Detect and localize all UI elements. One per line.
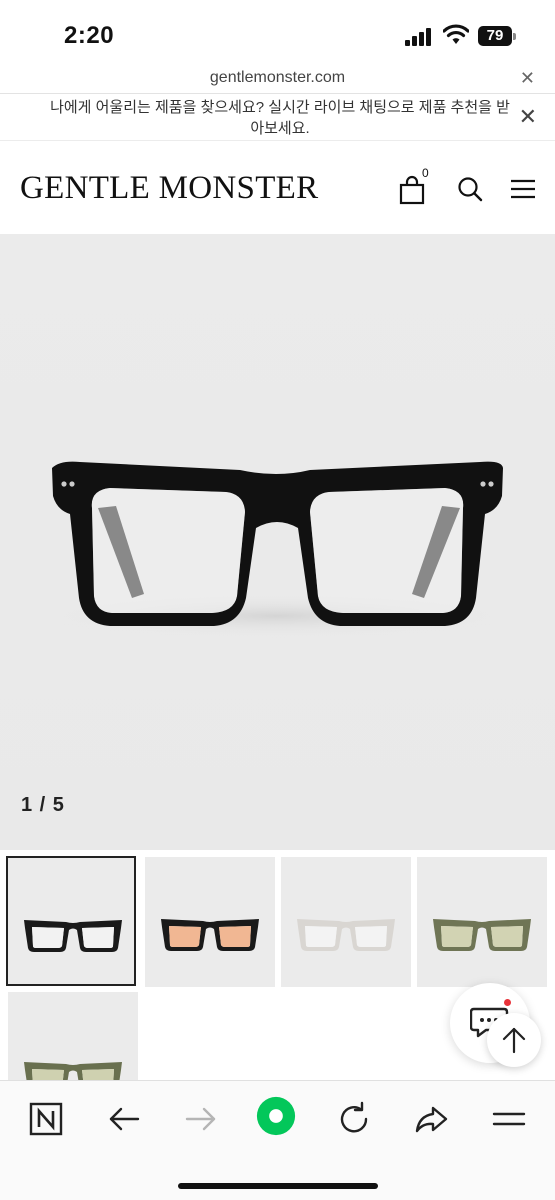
arrow-right-icon: [185, 1107, 216, 1131]
browser-url-bar[interactable]: gentlemonster.com ✕: [0, 66, 555, 94]
chat-promo-banner[interactable]: 나에게 어울리는 제품을 찾으세요? 실시간 라이브 채팅으로 제품 추천을 받…: [0, 95, 555, 141]
menu-lines-icon: [492, 1112, 526, 1126]
product-image-carousel[interactable]: 1 / 5: [0, 234, 555, 850]
thumbnail-item[interactable]: [281, 857, 411, 987]
eyeglasses-thumbnail-image: [161, 919, 259, 951]
forward-button[interactable]: [181, 1099, 221, 1139]
eyeglasses-thumbnail-image: [433, 919, 531, 951]
slide-counter: 1 / 5: [21, 794, 65, 816]
arrow-up-icon: [502, 1027, 526, 1054]
thumbnail-item[interactable]: [8, 992, 138, 1085]
thumbnail-item[interactable]: [417, 857, 547, 987]
naver-green-dot-button[interactable]: [256, 1096, 300, 1140]
thumbnail-item[interactable]: [6, 856, 136, 986]
chat-notification-dot: [504, 999, 511, 1006]
browser-menu-button[interactable]: [489, 1099, 529, 1139]
eyeglasses-product-image: [42, 461, 512, 638]
naver-home-button[interactable]: [26, 1099, 66, 1139]
back-button[interactable]: [104, 1099, 144, 1139]
share-arrow-icon: [415, 1106, 448, 1133]
eyeglasses-thumbnail-image: [297, 919, 395, 951]
scroll-to-top-button[interactable]: [487, 1013, 541, 1067]
status-time: 2:20: [64, 22, 115, 49]
banner-close-icon[interactable]: ✕: [519, 104, 537, 130]
browser-toolbar: [0, 1080, 555, 1200]
cellular-signal-icon: [405, 28, 435, 46]
brand-logo[interactable]: GENTLE MONSTER: [20, 170, 318, 207]
url-close-icon[interactable]: ✕: [520, 68, 535, 89]
reload-button[interactable]: [334, 1099, 374, 1139]
share-button[interactable]: [411, 1099, 451, 1139]
arrow-left-icon: [109, 1107, 140, 1131]
cart-count-badge: 0: [422, 166, 429, 180]
thumbnail-item[interactable]: [145, 857, 275, 987]
url-text[interactable]: gentlemonster.com: [0, 69, 555, 87]
wifi-icon: [442, 24, 470, 46]
home-indicator: [178, 1183, 378, 1189]
banner-text[interactable]: 나에게 어울리는 제품을 찾으세요? 실시간 라이브 채팅으로 제품 추천을 받…: [50, 97, 510, 139]
reload-icon: [340, 1101, 368, 1133]
search-icon[interactable]: [457, 176, 483, 202]
battery-icon: 79: [478, 26, 516, 46]
hamburger-menu-icon[interactable]: [510, 178, 536, 200]
battery-level: 79: [478, 26, 512, 46]
green-dot-icon: [256, 1096, 296, 1136]
status-bar: 2:20 79: [0, 0, 555, 66]
eyeglasses-thumbnail-image: [24, 920, 122, 952]
naver-n-icon: [29, 1102, 63, 1136]
site-header: GENTLE MONSTER 0: [0, 142, 555, 234]
